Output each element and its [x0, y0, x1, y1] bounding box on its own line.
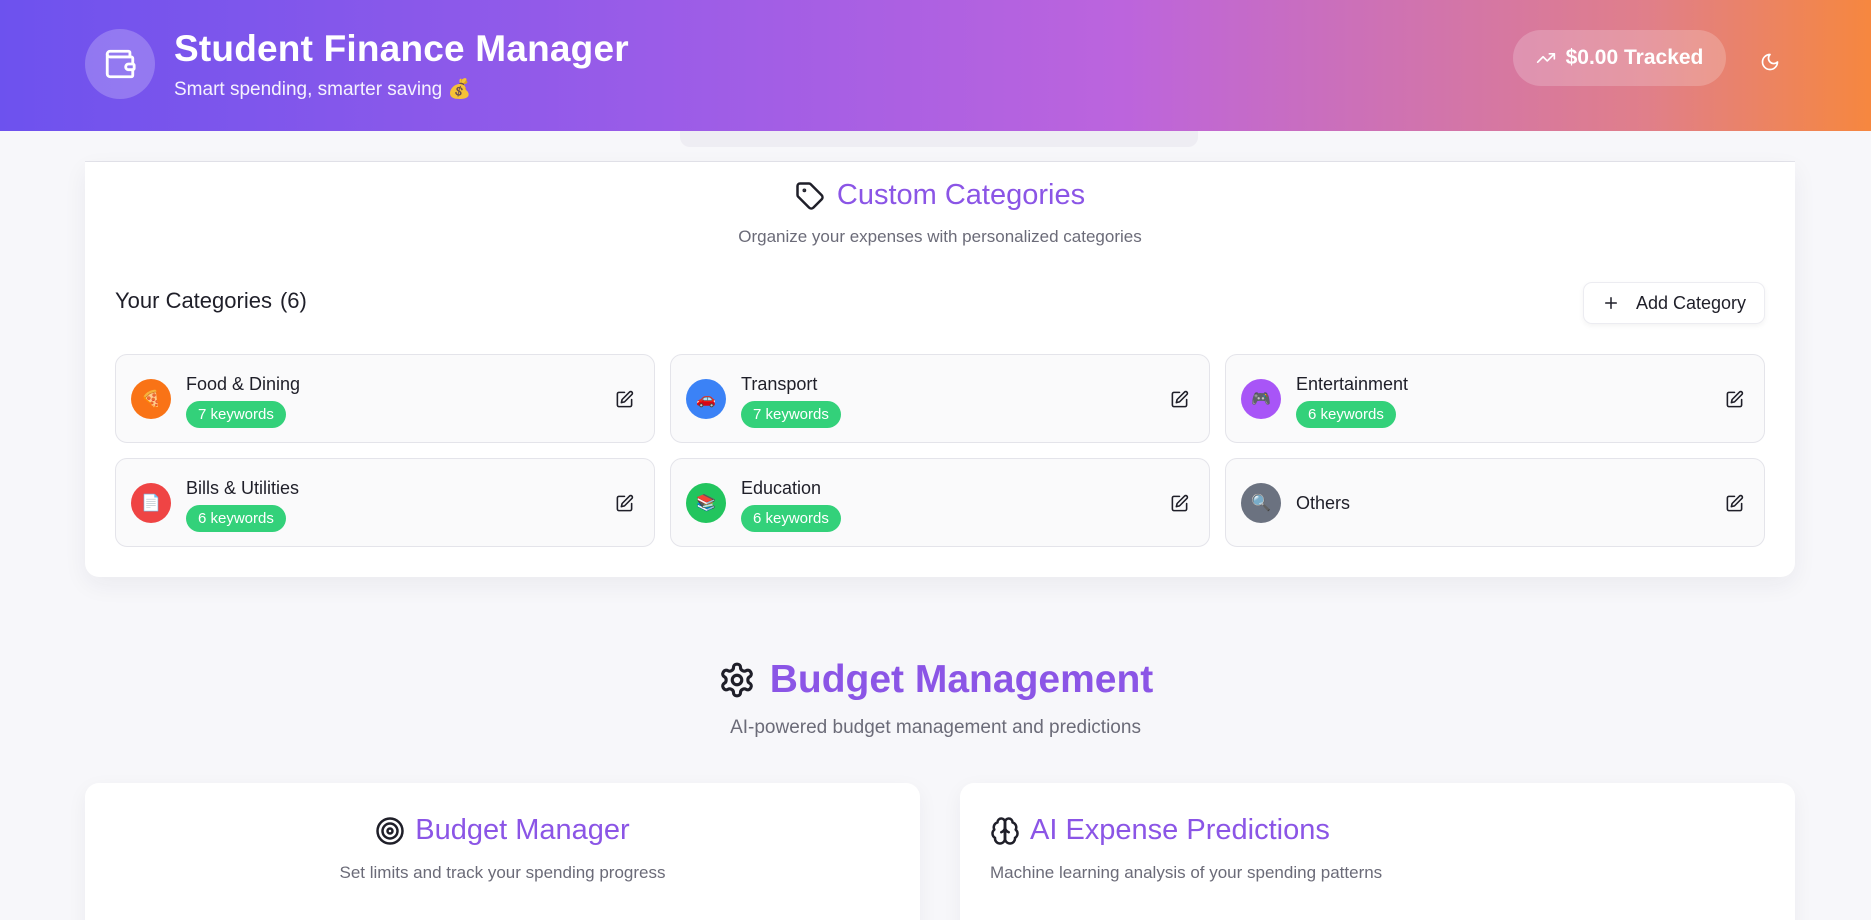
edit-category-button[interactable] — [613, 492, 635, 514]
edit-icon — [1171, 494, 1188, 511]
category-count: (6) — [279, 288, 307, 313]
ai-predictions-title: AI Expense Predictions — [1030, 814, 1330, 846]
app-header: Student Finance Manager Smart spending, … — [0, 0, 1871, 131]
edit-icon — [1171, 390, 1188, 407]
tag-icon — [796, 181, 824, 210]
budget-manager-subtitle: Set limits and track your spending progr… — [339, 863, 666, 882]
receipt-icon: 📄 — [131, 483, 171, 523]
keywords-badge: 7 keywords — [186, 401, 286, 428]
category-name: Education — [741, 478, 822, 498]
ai-predictions-heading: AI Expense Predictions — [990, 814, 1330, 847]
category-card-bills-utilities[interactable]: 📄 Bills & Utilities 6 keywords — [115, 458, 655, 547]
trending-up-icon — [1536, 53, 1555, 64]
custom-categories-card: Custom Categories Organize your expenses… — [85, 162, 1795, 577]
tracked-total-badge: $0.00 Tracked — [1513, 30, 1726, 86]
category-card-others[interactable]: 🔍 Others — [1225, 458, 1765, 547]
keywords-badge: 6 keywords — [1296, 401, 1396, 428]
budget-management-title: Budget Management — [769, 658, 1154, 701]
budget-manager-heading: Budget Manager — [85, 814, 920, 847]
magnifier-icon: 🔍 — [1241, 483, 1281, 523]
category-name: Food & Dining — [186, 374, 301, 394]
pizza-icon: 🍕 — [131, 379, 171, 419]
budget-manager-title: Budget Manager — [415, 814, 630, 846]
edit-icon — [616, 494, 633, 511]
edit-category-button[interactable] — [613, 388, 635, 410]
budget-management-heading: Budget Management — [0, 658, 1871, 702]
gear-icon — [720, 662, 753, 698]
category-name: Transport — [741, 374, 818, 394]
keywords-badge: 6 keywords — [741, 505, 841, 532]
books-icon: 📚 — [686, 483, 726, 523]
tracked-total-label: $0.00 Tracked — [1565, 46, 1704, 69]
edit-icon — [616, 390, 633, 407]
app-title: Student Finance Manager — [174, 28, 629, 69]
edit-category-button[interactable] — [1723, 492, 1745, 514]
your-categories-label: Your Categories (6) — [115, 288, 307, 314]
category-name: Entertainment — [1296, 374, 1409, 394]
edit-category-button[interactable] — [1168, 388, 1190, 410]
budget-manager-panel: Budget Manager Set limits and track your… — [85, 783, 920, 920]
category-card-food-dining[interactable]: 🍕 Food & Dining 7 keywords — [115, 354, 655, 443]
theme-toggle-button[interactable] — [1755, 47, 1785, 77]
plus-icon — [1604, 297, 1617, 309]
add-category-button[interactable]: Add Category — [1583, 282, 1765, 324]
category-card-education[interactable]: 📚 Education 6 keywords — [670, 458, 1210, 547]
keywords-badge: 7 keywords — [741, 401, 841, 428]
moon-icon — [1761, 53, 1779, 71]
ai-predictions-panel: AI Expense Predictions Machine learning … — [960, 783, 1795, 920]
edit-icon — [1726, 390, 1743, 407]
category-name: Bills & Utilities — [186, 478, 300, 498]
target-icon — [376, 816, 405, 845]
wallet-icon — [85, 29, 155, 99]
edit-category-button[interactable] — [1723, 388, 1745, 410]
brain-icon — [991, 816, 1019, 845]
app-subtitle: Smart spending, smarter saving 💰 — [174, 79, 472, 100]
ai-predictions-subtitle: Machine learning analysis of your spendi… — [990, 863, 1383, 882]
keywords-badge: 6 keywords — [186, 505, 286, 532]
category-card-entertainment[interactable]: 🎮 Entertainment 6 keywords — [1225, 354, 1765, 443]
add-category-label: Add Category — [1635, 292, 1747, 313]
custom-categories-subtitle: Organize your expenses with personalized… — [738, 227, 1142, 246]
edit-icon — [1726, 494, 1743, 511]
custom-categories-heading: Custom Categories — [85, 179, 1795, 212]
budget-management-subtitle: AI-powered budget management and predict… — [730, 717, 1141, 738]
custom-categories-title: Custom Categories — [836, 179, 1086, 211]
category-grid: 🍕 Food & Dining 7 keywords 🚗 Transport 7… — [115, 354, 1765, 547]
edit-category-button[interactable] — [1168, 492, 1190, 514]
category-card-transport[interactable]: 🚗 Transport 7 keywords — [670, 354, 1210, 443]
gamepad-icon: 🎮 — [1241, 379, 1281, 419]
category-name: Others — [1296, 493, 1351, 513]
your-categories-text: Your Categories — [115, 288, 272, 313]
car-icon: 🚗 — [686, 379, 726, 419]
